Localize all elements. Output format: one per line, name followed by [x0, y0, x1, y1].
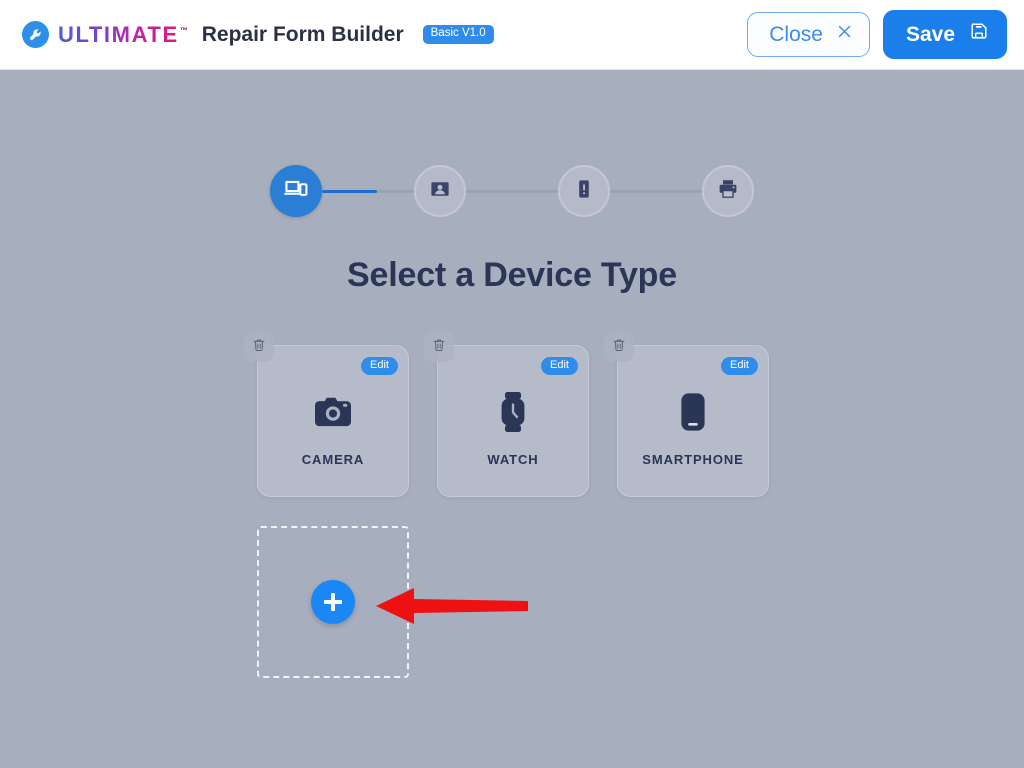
connector-1-progress — [322, 189, 378, 193]
printer-icon — [716, 177, 740, 206]
connector-3 — [610, 189, 702, 193]
brand-text: ULTIMATE — [58, 21, 179, 47]
main-stage: Select a Device Type Edit CAMERA Edit WA… — [0, 70, 1024, 768]
camera-icon — [312, 391, 354, 433]
header-actions: Close Save — [747, 10, 1007, 59]
delete-camera-button[interactable] — [244, 332, 274, 362]
trademark-mark: ™ — [179, 26, 188, 36]
device-card-smartphone[interactable]: Edit SMARTPHONE — [604, 332, 769, 497]
delete-watch-button[interactable] — [424, 332, 454, 362]
device-type-grid: Edit CAMERA Edit WATCH Edit SMARTPHONE — [244, 332, 797, 678]
app-header: ULTIMATE™ Repair Form Builder Basic V1.0… — [0, 0, 1024, 70]
smartphone-icon — [678, 391, 708, 433]
save-button-label: Save — [905, 22, 955, 46]
connector-2 — [466, 189, 558, 193]
version-badge: Basic V1.0 — [422, 25, 494, 44]
device-card-smartphone-label: SMARTPHONE — [642, 452, 744, 467]
device-card-watch[interactable]: Edit WATCH — [424, 332, 589, 497]
brand-wordmark: ULTIMATE™ — [58, 24, 188, 46]
plus-icon[interactable] — [311, 580, 355, 624]
step-3-device-issue[interactable] — [558, 165, 610, 217]
connector-1 — [322, 189, 414, 193]
device-card-camera[interactable]: Edit CAMERA — [244, 332, 409, 497]
progress-stepper — [0, 165, 1024, 217]
watch-icon — [498, 391, 528, 433]
phone-issue-icon — [572, 177, 596, 206]
trash-icon — [611, 337, 627, 358]
brand-block: ULTIMATE™ Repair Form Builder Basic V1.0 — [22, 21, 494, 48]
edit-camera-button[interactable]: Edit — [361, 357, 398, 375]
wrench-circle-logo-icon — [22, 21, 49, 48]
trash-icon — [251, 337, 267, 358]
device-card-camera-label: CAMERA — [301, 452, 365, 467]
trash-icon — [431, 337, 447, 358]
step-4-print[interactable] — [702, 165, 754, 217]
add-device-type-card[interactable] — [257, 526, 409, 678]
close-button[interactable]: Close — [747, 12, 870, 57]
step-1-device-type[interactable] — [270, 165, 322, 217]
delete-smartphone-button[interactable] — [604, 332, 634, 362]
edit-smartphone-button[interactable]: Edit — [721, 357, 758, 375]
contact-card-icon — [428, 177, 452, 206]
device-card-watch-label: WATCH — [487, 452, 539, 467]
page-title: Repair Form Builder — [201, 22, 404, 46]
close-button-label: Close — [769, 22, 823, 46]
save-button[interactable]: Save — [882, 10, 1007, 59]
close-x-icon — [836, 22, 853, 46]
devices-icon — [283, 176, 309, 207]
edit-watch-button[interactable]: Edit — [541, 357, 578, 375]
step-2-customer-details[interactable] — [414, 165, 466, 217]
section-title: Select a Device Type — [347, 256, 677, 294]
floppy-disk-save-icon — [968, 20, 990, 48]
